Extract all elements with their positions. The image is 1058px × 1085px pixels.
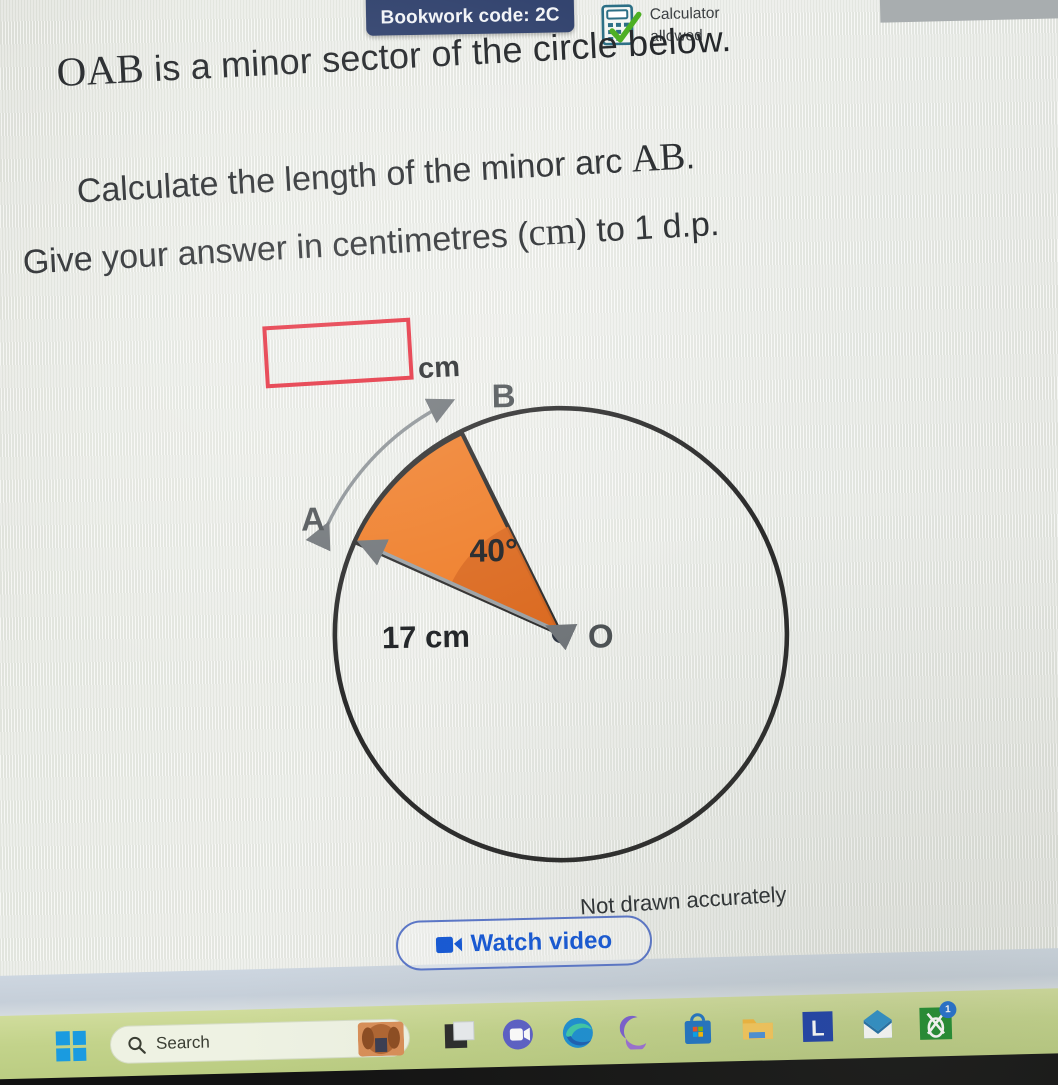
radius-label: 17 cm (382, 619, 471, 656)
edge-browser-icon[interactable] (559, 1014, 596, 1051)
folder-icon[interactable] (739, 1010, 776, 1047)
point-b-label: B (491, 377, 515, 414)
search-placeholder-text: Search (155, 1032, 211, 1053)
video-camera-icon (435, 936, 462, 954)
sector-name-oab: OAB (55, 44, 146, 96)
watch-video-label: Watch video (470, 926, 613, 958)
question-line-3-c: ) to 1 d.p. (574, 204, 721, 251)
sparx-learning-icon[interactable]: L (799, 1008, 836, 1045)
microsoft-store-icon[interactable] (679, 1011, 716, 1048)
screenshot-root: Bookwork code: 2C Calculator allowed OAB… (0, 0, 1058, 1085)
unit-cm-inline: cm (527, 208, 577, 255)
sparx-maths-icon[interactable]: 1 (917, 1000, 957, 1042)
point-o-label: O (588, 617, 614, 654)
mail-icon[interactable] (859, 1007, 896, 1044)
question-line-2-c: . (684, 138, 696, 177)
answer-input[interactable] (262, 317, 414, 389)
circle-sector-diagram: A B O 40° 17 cm (301, 377, 790, 863)
watch-video-button[interactable]: Watch video (395, 914, 653, 972)
widgets-weather-icon[interactable] (357, 1021, 405, 1057)
microsoft-365-icon[interactable] (619, 1013, 656, 1052)
search-icon (128, 1036, 146, 1054)
angle-label: 40° (469, 532, 518, 569)
point-a-label: A (301, 500, 325, 537)
file-explorer-icon[interactable] (441, 1017, 478, 1054)
teams-icon[interactable] (499, 1016, 536, 1053)
notification-badge: 1 (939, 1000, 957, 1019)
arc-name-ab: AB (630, 134, 687, 181)
windows-logo-icon[interactable] (55, 1030, 87, 1062)
svg-text:L: L (811, 1015, 825, 1040)
answer-unit-label: cm (417, 350, 461, 386)
